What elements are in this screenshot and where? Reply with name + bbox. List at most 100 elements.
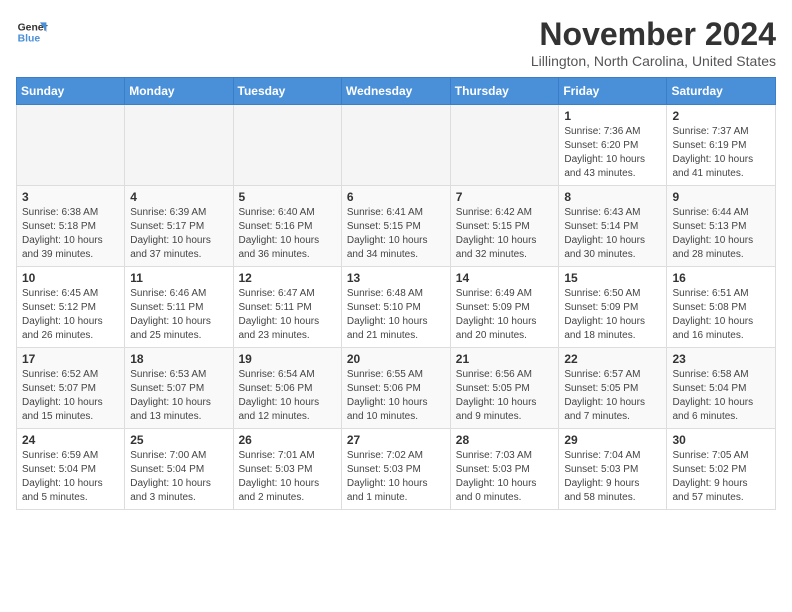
day-info: Sunrise: 6:59 AM Sunset: 5:04 PM Dayligh…: [22, 449, 119, 505]
day-number: 30: [672, 433, 770, 447]
calendar-cell: [17, 105, 125, 186]
calendar-cell: 28 Sunrise: 7:03 AM Sunset: 5:03 PM Dayli…: [450, 429, 559, 510]
day-number: 4: [130, 190, 227, 204]
header-sunday: Sunday: [17, 78, 125, 105]
calendar-cell: 17 Sunrise: 6:52 AM Sunset: 5:07 PM Dayli…: [17, 348, 125, 429]
day-number: 16: [672, 271, 770, 285]
calendar-week-1: 3 Sunrise: 6:38 AM Sunset: 5:18 PM Daylig…: [17, 186, 776, 267]
day-info: Sunrise: 6:42 AM Sunset: 5:15 PM Dayligh…: [456, 206, 554, 262]
day-info: Sunrise: 7:05 AM Sunset: 5:02 PM Dayligh…: [672, 449, 770, 505]
day-info: Sunrise: 7:36 AM Sunset: 6:20 PM Dayligh…: [564, 125, 661, 181]
day-info: Sunrise: 7:03 AM Sunset: 5:03 PM Dayligh…: [456, 449, 554, 505]
calendar-cell: 12Sunrise: 6:47 AM Sunset: 5:11 PM Dayli…: [233, 267, 341, 348]
day-info: Sunrise: 6:40 AM Sunset: 5:16 PM Dayligh…: [239, 206, 336, 262]
day-info: Sunrise: 7:37 AM Sunset: 6:19 PM Dayligh…: [672, 125, 770, 181]
header-tuesday: Tuesday: [233, 78, 341, 105]
calendar-cell: 19Sunrise: 6:54 AM Sunset: 5:06 PM Dayli…: [233, 348, 341, 429]
day-info: Sunrise: 6:44 AM Sunset: 5:13 PM Dayligh…: [672, 206, 770, 262]
day-number: 7: [456, 190, 554, 204]
calendar-cell: [450, 105, 559, 186]
calendar-cell: [341, 105, 450, 186]
calendar-cell: 16Sunrise: 6:51 AM Sunset: 5:08 PM Dayli…: [667, 267, 776, 348]
day-info: Sunrise: 7:02 AM Sunset: 5:03 PM Dayligh…: [347, 449, 445, 505]
day-info: Sunrise: 7:01 AM Sunset: 5:03 PM Dayligh…: [239, 449, 336, 505]
day-number: 20: [347, 352, 445, 366]
calendar-cell: [233, 105, 341, 186]
day-number: 8: [564, 190, 661, 204]
day-info: Sunrise: 6:38 AM Sunset: 5:18 PM Dayligh…: [22, 206, 119, 262]
header-friday: Friday: [559, 78, 667, 105]
day-info: Sunrise: 6:52 AM Sunset: 5:07 PM Dayligh…: [22, 368, 119, 424]
day-number: 14: [456, 271, 554, 285]
day-info: Sunrise: 6:50 AM Sunset: 5:09 PM Dayligh…: [564, 287, 661, 343]
calendar-cell: [125, 105, 233, 186]
header-monday: Monday: [125, 78, 233, 105]
calendar-cell: 8 Sunrise: 6:43 AM Sunset: 5:14 PM Daylig…: [559, 186, 667, 267]
calendar-cell: 30 Sunrise: 7:05 AM Sunset: 5:02 PM Dayli…: [667, 429, 776, 510]
calendar-cell: 13Sunrise: 6:48 AM Sunset: 5:10 PM Dayli…: [341, 267, 450, 348]
page-header: General Blue November 2024 Lillington, N…: [16, 16, 776, 69]
day-number: 12: [239, 271, 336, 285]
calendar-cell: 11Sunrise: 6:46 AM Sunset: 5:11 PM Dayli…: [125, 267, 233, 348]
calendar-cell: 25 Sunrise: 7:00 AM Sunset: 5:04 PM Dayli…: [125, 429, 233, 510]
calendar-cell: 3 Sunrise: 6:38 AM Sunset: 5:18 PM Daylig…: [17, 186, 125, 267]
day-number: 18: [130, 352, 227, 366]
day-number: 13: [347, 271, 445, 285]
month-year-title: November 2024: [531, 16, 776, 53]
day-info: Sunrise: 6:54 AM Sunset: 5:06 PM Dayligh…: [239, 368, 336, 424]
day-info: Sunrise: 6:55 AM Sunset: 5:06 PM Dayligh…: [347, 368, 445, 424]
logo: General Blue: [16, 16, 48, 48]
day-info: Sunrise: 6:57 AM Sunset: 5:05 PM Dayligh…: [564, 368, 661, 424]
day-info: Sunrise: 6:58 AM Sunset: 5:04 PM Dayligh…: [672, 368, 770, 424]
svg-text:Blue: Blue: [18, 34, 41, 45]
day-info: Sunrise: 6:49 AM Sunset: 5:09 PM Dayligh…: [456, 287, 554, 343]
calendar-cell: 14 Sunrise: 6:49 AM Sunset: 5:09 PM Dayli…: [450, 267, 559, 348]
header-saturday: Saturday: [667, 78, 776, 105]
calendar-cell: 22 Sunrise: 6:57 AM Sunset: 5:05 PM Dayli…: [559, 348, 667, 429]
day-number: 22: [564, 352, 661, 366]
calendar-cell: 27 Sunrise: 7:02 AM Sunset: 5:03 PM Dayli…: [341, 429, 450, 510]
calendar-cell: 9 Sunrise: 6:44 AM Sunset: 5:13 PM Daylig…: [667, 186, 776, 267]
calendar-cell: 18Sunrise: 6:53 AM Sunset: 5:07 PM Dayli…: [125, 348, 233, 429]
calendar-cell: 26 Sunrise: 7:01 AM Sunset: 5:03 PM Dayli…: [233, 429, 341, 510]
calendar-cell: 23 Sunrise: 6:58 AM Sunset: 5:04 PM Dayli…: [667, 348, 776, 429]
day-number: 29: [564, 433, 661, 447]
day-number: 26: [239, 433, 336, 447]
day-number: 6: [347, 190, 445, 204]
day-number: 3: [22, 190, 119, 204]
day-info: Sunrise: 7:04 AM Sunset: 5:03 PM Dayligh…: [564, 449, 661, 505]
day-number: 10: [22, 271, 119, 285]
calendar-table: SundayMondayTuesdayWednesdayThursdayFrid…: [16, 77, 776, 510]
day-number: 27: [347, 433, 445, 447]
day-number: 17: [22, 352, 119, 366]
day-number: 21: [456, 352, 554, 366]
calendar-week-0: 1 Sunrise: 7:36 AM Sunset: 6:20 PM Daylig…: [17, 105, 776, 186]
day-info: Sunrise: 6:56 AM Sunset: 5:05 PM Dayligh…: [456, 368, 554, 424]
day-number: 1: [564, 109, 661, 123]
day-number: 23: [672, 352, 770, 366]
header-thursday: Thursday: [450, 78, 559, 105]
calendar-week-4: 24 Sunrise: 6:59 AM Sunset: 5:04 PM Dayli…: [17, 429, 776, 510]
day-number: 9: [672, 190, 770, 204]
day-number: 25: [130, 433, 227, 447]
calendar-cell: 15Sunrise: 6:50 AM Sunset: 5:09 PM Dayli…: [559, 267, 667, 348]
day-number: 2: [672, 109, 770, 123]
calendar-cell: 4 Sunrise: 6:39 AM Sunset: 5:17 PM Daylig…: [125, 186, 233, 267]
calendar-cell: 10Sunrise: 6:45 AM Sunset: 5:12 PM Dayli…: [17, 267, 125, 348]
day-info: Sunrise: 6:39 AM Sunset: 5:17 PM Dayligh…: [130, 206, 227, 262]
calendar-cell: 2 Sunrise: 7:37 AM Sunset: 6:19 PM Daylig…: [667, 105, 776, 186]
title-block: November 2024 Lillington, North Carolina…: [531, 16, 776, 69]
day-info: Sunrise: 6:43 AM Sunset: 5:14 PM Dayligh…: [564, 206, 661, 262]
calendar-cell: 29 Sunrise: 7:04 AM Sunset: 5:03 PM Dayli…: [559, 429, 667, 510]
calendar-week-2: 10Sunrise: 6:45 AM Sunset: 5:12 PM Dayli…: [17, 267, 776, 348]
calendar-cell: 1 Sunrise: 7:36 AM Sunset: 6:20 PM Daylig…: [559, 105, 667, 186]
header-wednesday: Wednesday: [341, 78, 450, 105]
logo-icon: General Blue: [16, 16, 48, 48]
calendar-cell: 21 Sunrise: 6:56 AM Sunset: 5:05 PM Dayli…: [450, 348, 559, 429]
day-number: 24: [22, 433, 119, 447]
day-number: 28: [456, 433, 554, 447]
calendar-header-row: SundayMondayTuesdayWednesdayThursdayFrid…: [17, 78, 776, 105]
day-info: Sunrise: 7:00 AM Sunset: 5:04 PM Dayligh…: [130, 449, 227, 505]
day-info: Sunrise: 6:41 AM Sunset: 5:15 PM Dayligh…: [347, 206, 445, 262]
calendar-cell: 5Sunrise: 6:40 AM Sunset: 5:16 PM Daylig…: [233, 186, 341, 267]
